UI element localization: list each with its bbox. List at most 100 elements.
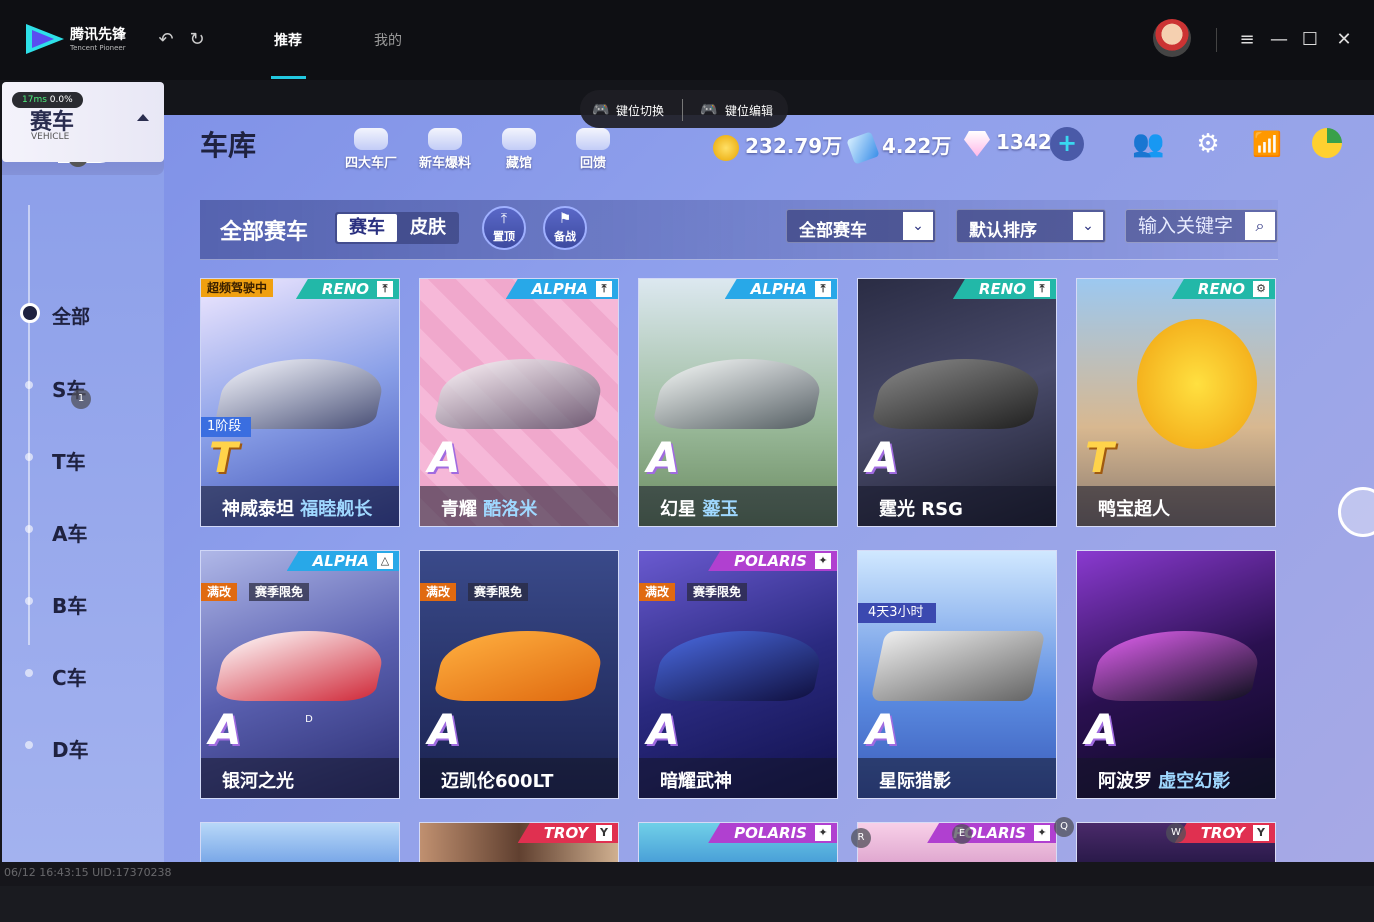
- brand-label: RENO ⤒: [295, 279, 399, 299]
- search-icon[interactable]: ⌕: [1245, 212, 1275, 240]
- friends-mail-icon[interactable]: 👥: [1132, 128, 1164, 160]
- type-dropdown[interactable]: 全部赛车 ⌄: [786, 209, 936, 243]
- search-input[interactable]: [1126, 210, 1244, 242]
- category-dot: [25, 741, 33, 749]
- category-d[interactable]: D车: [52, 734, 89, 763]
- brand-name: TROY: [1200, 824, 1245, 842]
- page-title: 车库: [200, 129, 257, 162]
- vehicle-card[interactable]: ALPHA ⤒ A 幻星 鎏玉: [638, 278, 838, 527]
- status-tag: 超频驾驶中: [201, 279, 274, 297]
- grade-letter: A: [1085, 705, 1118, 754]
- voucher-icon: [846, 130, 880, 165]
- key-switch-button[interactable]: 键位切换: [616, 102, 664, 119]
- vehicle-card[interactable]: RENO ⚙ T 鸭宝超人: [1076, 278, 1276, 527]
- skin-name: 福睦舰长: [300, 499, 373, 520]
- coin-value: 232.79万: [745, 134, 843, 158]
- brand-name: ALPHA: [531, 280, 588, 298]
- status-tag: 满改: [420, 583, 457, 601]
- star-icon: ✦: [1034, 825, 1050, 841]
- vehicle-card[interactable]: TROY Y: [419, 822, 619, 862]
- category-c[interactable]: C车: [52, 662, 87, 691]
- car-name: 霆光 RSG: [879, 499, 963, 520]
- card-name: 鸭宝超人: [1077, 486, 1275, 526]
- brand-label: TROY Y: [1174, 823, 1275, 843]
- grade-letter: A: [428, 705, 461, 754]
- status-tag: 满改: [201, 583, 238, 601]
- brand-name: RENO: [1197, 280, 1245, 298]
- collapse-arrow-icon: [137, 114, 149, 121]
- sort-dropdown[interactable]: 默认排序 ⌄: [956, 209, 1106, 243]
- brand-name: TROY: [543, 824, 588, 842]
- segment-skin[interactable]: 皮肤: [399, 214, 457, 242]
- nav-new-car[interactable]: 新车爆料: [410, 128, 480, 171]
- car-name: 神威泰坦: [222, 499, 294, 520]
- vehicle-card[interactable]: ALPHA △ 满改 赛季限免 A 银河之光: [200, 550, 400, 799]
- key-hint: Q: [1054, 817, 1074, 837]
- wing-icon: Y: [1253, 825, 1269, 841]
- triangle-icon: △: [377, 553, 393, 569]
- nav-collection[interactable]: 藏馆: [484, 128, 554, 171]
- key-edit-button[interactable]: 键位编辑: [725, 102, 773, 119]
- car-name: 阿波罗: [1098, 771, 1152, 792]
- coin-icon: [713, 134, 739, 161]
- status-tag: 赛季限免: [468, 583, 529, 601]
- car-name: 幻星: [660, 499, 696, 520]
- gear-icon[interactable]: ⚙: [1192, 128, 1224, 160]
- maximize-icon[interactable]: ☐: [1298, 28, 1322, 52]
- category-t[interactable]: T车: [52, 446, 86, 475]
- add-diamond-button[interactable]: +: [1050, 127, 1084, 161]
- refresh-icon[interactable]: ↻: [187, 30, 207, 50]
- nav-rewards[interactable]: 回馈: [558, 128, 628, 171]
- pin-label: 置顶: [493, 230, 515, 243]
- type-dropdown-value: 全部赛车: [799, 221, 867, 241]
- card-name: 迈凯伦600LT: [420, 758, 618, 798]
- vehicle-card[interactable]: POLARIS ✦ 满改 赛季限免 A 暗耀武神: [638, 550, 838, 799]
- vehicle-card[interactable]: [200, 822, 400, 862]
- vehicle-card[interactable]: A 阿波罗 虚空幻影: [1076, 550, 1276, 799]
- car-icon: [354, 128, 388, 150]
- car-name: 银河之光: [222, 771, 294, 792]
- status-tag: 赛季限免: [687, 583, 748, 601]
- grade-letter: T: [1085, 433, 1114, 482]
- vehicle-card[interactable]: 超频驾驶中 RENO ⤒ 1阶段 T 神威泰坦 福睦舰长: [200, 278, 400, 527]
- vehicle-card[interactable]: 满改 赛季限免 A 迈凯伦600LT: [419, 550, 619, 799]
- category-a[interactable]: A车: [52, 518, 87, 547]
- close-icon[interactable]: ✕: [1332, 28, 1356, 52]
- minimize-icon[interactable]: —: [1267, 28, 1291, 52]
- pin-top-button[interactable]: ⤒ 置顶: [482, 206, 526, 250]
- segment-vehicle[interactable]: 赛车: [337, 214, 397, 242]
- status-tag: 满改: [639, 583, 676, 601]
- brand-label: POLARIS ✦: [708, 823, 837, 843]
- nav-label: 藏馆: [505, 156, 532, 171]
- backup-button[interactable]: ⚑ 备战: [543, 206, 587, 250]
- status-icon[interactable]: [1311, 128, 1343, 160]
- latency-value: 17ms: [22, 95, 47, 105]
- grade-letter: A: [647, 433, 680, 482]
- key-hint: E: [952, 824, 972, 844]
- category-b[interactable]: B车: [52, 590, 87, 619]
- gamepad-icon: 🎮: [592, 102, 610, 118]
- sort-dropdown-value: 默认排序: [969, 221, 1037, 241]
- card-name: 暗耀武神: [639, 758, 837, 798]
- avatar[interactable]: [1153, 19, 1191, 57]
- menu-icon[interactable]: ≡: [1235, 28, 1259, 52]
- tab-recommend[interactable]: 推荐: [274, 30, 302, 50]
- nav-four-factories[interactable]: 四大车厂: [336, 128, 406, 171]
- vehicle-card[interactable]: 4天3小时 A 星际猎影: [857, 550, 1057, 799]
- nav-label: 四大车厂: [344, 156, 397, 171]
- status-tag: 赛季限免: [249, 583, 310, 601]
- category-all[interactable]: 全部: [52, 302, 90, 329]
- vehicle-card[interactable]: ALPHA ⤒ A 青耀 酷洛米: [419, 278, 619, 527]
- back-icon[interactable]: ↶: [156, 30, 176, 50]
- filter-title: 全部赛车: [220, 220, 309, 245]
- category-dot: [25, 597, 33, 605]
- vehicle-card[interactable]: RENO ⤒ A 霆光 RSG: [857, 278, 1057, 527]
- car-name: 星际猎影: [879, 771, 951, 792]
- grade-letter: A: [647, 705, 680, 754]
- vehicle-card[interactable]: POLARIS ✦: [638, 822, 838, 862]
- wing-icon: Y: [596, 825, 612, 841]
- brand-name: POLARIS: [734, 824, 807, 842]
- tab-mine[interactable]: 我的: [374, 30, 402, 50]
- active-tab-indicator: [271, 76, 306, 79]
- search-box: ⌕: [1125, 209, 1278, 243]
